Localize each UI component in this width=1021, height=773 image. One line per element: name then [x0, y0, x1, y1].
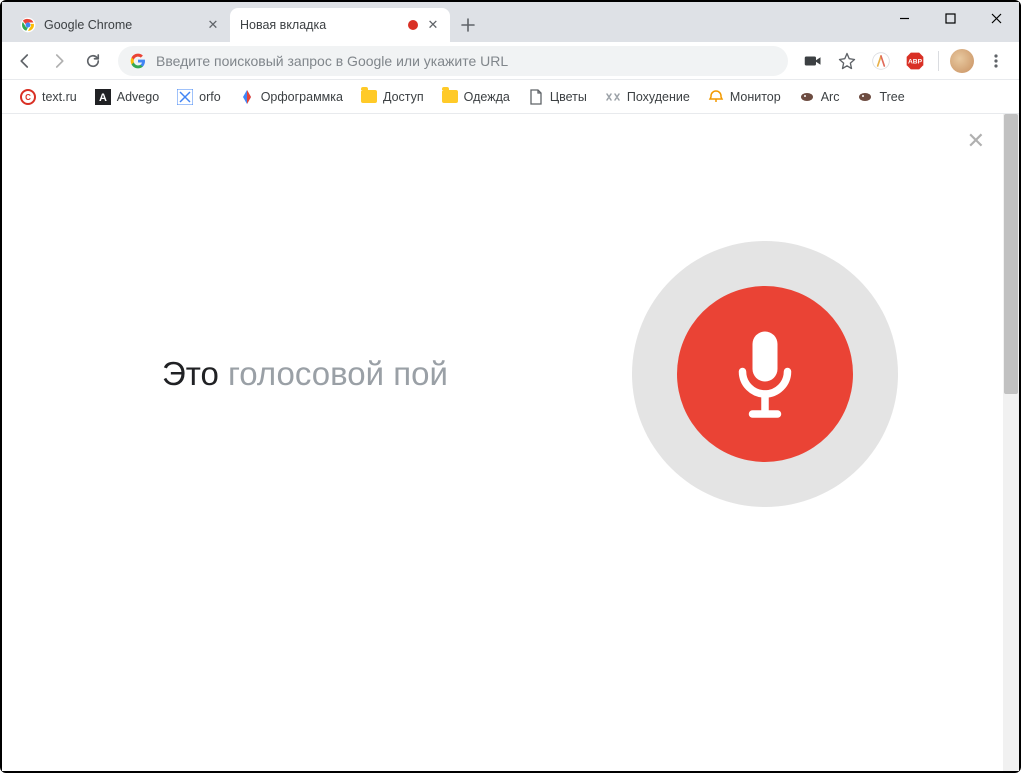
- voice-text-hint: голосовой пой: [228, 355, 448, 392]
- monitor-icon: [708, 89, 724, 105]
- svg-text:C: C: [25, 93, 31, 102]
- tab-new-tab[interactable]: Новая вкладка ✕: [230, 8, 450, 42]
- folder-icon: [361, 89, 377, 105]
- chrome-icon: [20, 17, 36, 33]
- title-bar: Google Chrome ✕ Новая вкладка ✕: [2, 2, 1019, 42]
- tree-icon: [857, 89, 873, 105]
- arc-icon: [799, 89, 815, 105]
- tab-title: Новая вкладка: [240, 18, 400, 32]
- bookmark-tree[interactable]: Tree: [849, 85, 912, 109]
- close-icon[interactable]: ✕: [426, 18, 440, 32]
- omnibox-placeholder: Введите поисковый запрос в Google или ук…: [156, 53, 776, 69]
- bookmark-arc[interactable]: Arc: [791, 85, 848, 109]
- bookmark-label: Цветы: [550, 90, 587, 104]
- forward-button[interactable]: [44, 46, 74, 76]
- scrollbar-thumb[interactable]: [1004, 114, 1018, 394]
- close-window-button[interactable]: [973, 2, 1019, 34]
- yandex-extension-icon[interactable]: [866, 46, 896, 76]
- bookmark-star-icon[interactable]: [832, 46, 862, 76]
- bookmark-label: Похудение: [627, 90, 690, 104]
- bookmark-dostup[interactable]: Доступ: [353, 85, 432, 109]
- bookmark-label: Доступ: [383, 90, 424, 104]
- bookmark-pohudenie[interactable]: Похудение: [597, 85, 698, 109]
- vertical-scrollbar[interactable]: [1003, 114, 1019, 771]
- google-icon: [130, 53, 146, 69]
- bookmark-label: Arc: [821, 90, 840, 104]
- folder-icon: [442, 89, 458, 105]
- maximize-button[interactable]: [927, 2, 973, 34]
- avatar-icon: [950, 49, 974, 73]
- advego-icon: A: [95, 89, 111, 105]
- page-icon: [528, 89, 544, 105]
- voice-text-recognized: Это: [162, 355, 228, 392]
- new-tab-button[interactable]: [454, 11, 482, 39]
- bookmark-tsvety[interactable]: Цветы: [520, 85, 595, 109]
- tab-strip: Google Chrome ✕ Новая вкладка ✕: [2, 2, 482, 42]
- minimize-button[interactable]: [881, 2, 927, 34]
- address-bar[interactable]: Введите поисковый запрос в Google или ук…: [118, 46, 788, 76]
- toolbar: Введите поисковый запрос в Google или ук…: [2, 42, 1019, 80]
- orfo-icon: [177, 89, 193, 105]
- bookmark-label: text.ru: [42, 90, 77, 104]
- bookmark-textru[interactable]: C text.ru: [12, 85, 85, 109]
- bookmark-orfogrammka[interactable]: Орфограммка: [231, 85, 351, 109]
- voice-search-overlay: ✕ Это голосовой пой: [2, 114, 1003, 771]
- tab-title: Google Chrome: [44, 18, 198, 32]
- profile-avatar[interactable]: [947, 46, 977, 76]
- svg-text:A: A: [99, 92, 107, 104]
- bookmark-advego[interactable]: A Advego: [87, 85, 167, 109]
- voice-prompt-text: Это голосовой пой: [162, 355, 448, 393]
- microphone-icon: [677, 286, 853, 462]
- bookmark-label: Tree: [879, 90, 904, 104]
- tab-google-chrome[interactable]: Google Chrome ✕: [10, 8, 230, 42]
- microphone-button[interactable]: [632, 241, 898, 507]
- bookmark-label: Монитор: [730, 90, 781, 104]
- window-controls: [881, 2, 1019, 34]
- content-area: ✕ Это голосовой пой: [2, 114, 1019, 771]
- close-icon[interactable]: ✕: [206, 18, 220, 32]
- separator: [938, 51, 939, 71]
- textru-icon: C: [20, 89, 36, 105]
- bookmark-label: Advego: [117, 90, 159, 104]
- bookmark-label: Одежда: [464, 90, 510, 104]
- camera-icon[interactable]: [798, 46, 828, 76]
- reload-button[interactable]: [78, 46, 108, 76]
- bookmarks-bar: C text.ru A Advego orfo Орфограммка Дост…: [2, 80, 1019, 114]
- recording-icon: [408, 20, 418, 30]
- bookmark-orfo[interactable]: orfo: [169, 85, 229, 109]
- pohudenie-icon: [605, 89, 621, 105]
- back-button[interactable]: [10, 46, 40, 76]
- close-voice-button[interactable]: ✕: [967, 130, 985, 152]
- bookmark-odezhda[interactable]: Одежда: [434, 85, 518, 109]
- browser-window: Google Chrome ✕ Новая вкладка ✕: [0, 0, 1021, 773]
- bookmark-label: Орфограммка: [261, 90, 343, 104]
- bookmark-label: orfo: [199, 90, 221, 104]
- menu-button[interactable]: [981, 46, 1011, 76]
- adblock-extension-icon[interactable]: ABP: [900, 46, 930, 76]
- orfogrammka-icon: [239, 89, 255, 105]
- svg-text:ABP: ABP: [908, 58, 923, 65]
- bookmark-monitor[interactable]: Монитор: [700, 85, 789, 109]
